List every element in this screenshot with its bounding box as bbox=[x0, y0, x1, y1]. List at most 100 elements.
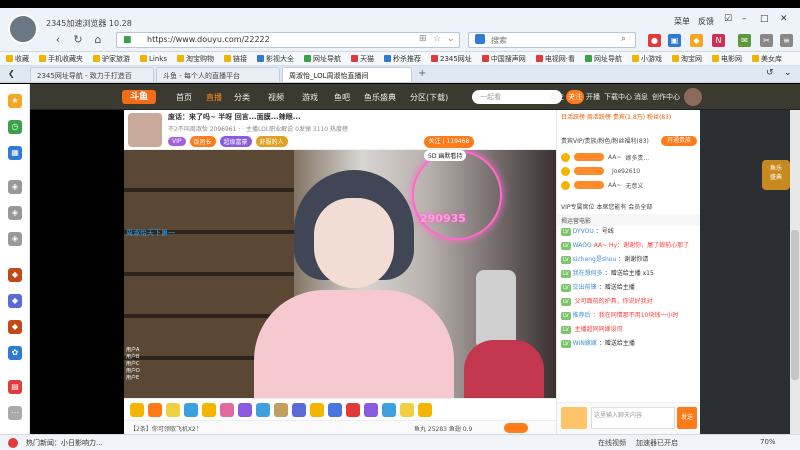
app-icon[interactable]: ◈ bbox=[8, 232, 22, 246]
chat-message[interactable]: LV 主播超同同嫁设司 bbox=[561, 326, 697, 334]
bookmark-item[interactable]: 电视网·看 bbox=[535, 54, 575, 64]
nav-follow[interactable]: 关注 bbox=[568, 92, 582, 102]
gift-item[interactable] bbox=[166, 402, 180, 417]
5d-badge[interactable]: 5D 幽默看持 bbox=[424, 150, 467, 161]
address-bar[interactable]: ■ https://www.douyu.com/22222 ⊞ ☆ ⌄ bbox=[116, 32, 460, 48]
search-engine-icon[interactable] bbox=[475, 34, 485, 44]
game-icon[interactable]: ◆ bbox=[8, 294, 22, 308]
chat-user[interactable]: sicheng是shou bbox=[573, 256, 617, 263]
tab-menu-icon[interactable]: ⌄ bbox=[784, 68, 792, 78]
book-icon[interactable]: ▤ bbox=[8, 380, 22, 394]
menu-label[interactable]: 菜单 bbox=[674, 16, 690, 27]
chat-message[interactable]: LV 推荐后 ：我在同情那不用10块钱一小时 bbox=[561, 312, 697, 320]
gift-item[interactable] bbox=[364, 402, 378, 417]
gift-item[interactable] bbox=[220, 402, 234, 417]
star-icon[interactable]: ☆ bbox=[433, 34, 441, 44]
bookmark-item[interactable]: 网址导航 bbox=[585, 54, 622, 64]
chat-message[interactable]: LV WAOO AA~ Hy：谢谢你，屠了娘前心那了 bbox=[561, 242, 697, 250]
app-icon[interactable]: ◈ bbox=[8, 206, 22, 220]
follow-button[interactable]: 关注 | 119468 bbox=[424, 136, 474, 148]
feedback-check-icon[interactable]: ☑ bbox=[724, 14, 732, 24]
scissors-icon[interactable]: ✂ bbox=[760, 34, 773, 47]
new-icon[interactable]: N bbox=[712, 34, 725, 47]
home-icon[interactable]: ⌂ bbox=[92, 34, 104, 46]
scrollbar-thumb[interactable] bbox=[791, 230, 799, 380]
site-search-input[interactable]: 一起看 bbox=[472, 90, 562, 104]
gift-item[interactable] bbox=[148, 402, 162, 417]
paw-icon[interactable]: ✿ bbox=[8, 346, 22, 360]
tab-douyu-home[interactable]: 斗鱼 - 每个人的直播平台 bbox=[156, 67, 280, 82]
user-avatar[interactable] bbox=[8, 14, 38, 44]
nav-home[interactable]: 首页 bbox=[176, 92, 192, 103]
gift-item[interactable] bbox=[310, 402, 324, 417]
nav-video[interactable]: 视频 bbox=[268, 92, 284, 103]
refresh-icon[interactable]: ↻ bbox=[72, 34, 84, 46]
new-tab-icon[interactable]: + bbox=[418, 68, 426, 79]
gift-item[interactable] bbox=[202, 402, 216, 417]
nav-category[interactable]: 分类 bbox=[234, 92, 250, 103]
nav-messages[interactable]: 消息 bbox=[634, 92, 648, 102]
calendar-icon[interactable]: ▦ bbox=[8, 146, 22, 160]
bookmark-item[interactable]: Links bbox=[140, 54, 167, 63]
status-video[interactable]: 在线视频 bbox=[598, 438, 626, 448]
nav-download[interactable]: 分区(下载) bbox=[410, 92, 448, 103]
search-icon[interactable]: ⌕ bbox=[621, 34, 626, 44]
record-icon[interactable]: ● bbox=[648, 34, 661, 47]
search-input[interactable]: 搜索 ⌕ bbox=[468, 32, 636, 48]
tool-icon[interactable]: ▣ bbox=[668, 34, 681, 47]
rank-row[interactable]: AA~ 嫁多贵... bbox=[561, 150, 697, 164]
tab-douyu-room[interactable]: 周淑怡_LOL周淑怡直播间 bbox=[282, 67, 412, 82]
more-icon[interactable]: ⋯ bbox=[8, 406, 22, 420]
rank-row[interactable]: Joe92610 bbox=[561, 164, 697, 178]
rank-row[interactable]: AA~ 无意义 bbox=[561, 178, 697, 192]
nav-game[interactable]: 游戏 bbox=[302, 92, 318, 103]
bookmark-item[interactable]: 电影网 bbox=[712, 54, 742, 64]
game-icon[interactable]: ◆ bbox=[8, 320, 22, 334]
video-player[interactable]: 周淑怡天下第一 5D 幽默看持 290935 用户A 用户B 用户C 用户D 用… bbox=[124, 150, 556, 398]
chat-message[interactable]: LV WIN嫁嫁 ：赠送给主播 bbox=[561, 340, 697, 348]
viewer-item[interactable]: 用户B bbox=[126, 353, 186, 360]
gift-item[interactable] bbox=[400, 402, 414, 417]
chat-message[interactable]: LV 我在想何多 ：赠送给主播 x15 bbox=[561, 270, 697, 278]
gift-item[interactable] bbox=[130, 402, 144, 417]
gift-item[interactable] bbox=[274, 402, 288, 417]
gift-item[interactable] bbox=[292, 402, 306, 417]
nav-creator-center[interactable]: 创作中心 bbox=[652, 92, 680, 102]
room-tag[interactable]: VIP bbox=[168, 137, 186, 146]
nav-fishbar[interactable]: 鱼吧 bbox=[334, 92, 350, 103]
user-avatar[interactable] bbox=[684, 88, 702, 106]
close-icon[interactable]: ✕ bbox=[780, 14, 788, 24]
chat-message[interactable]: LV 父可面前的护具，你说好我对 bbox=[561, 298, 697, 306]
chat-user[interactable]: WAOO bbox=[573, 242, 592, 249]
room-tag[interactable]: 超级富豪 bbox=[219, 136, 252, 147]
bookmark-item[interactable]: 淘宝购物 bbox=[176, 54, 214, 64]
tab-undo-icon[interactable]: ↺ bbox=[766, 68, 774, 78]
news-icon[interactable] bbox=[8, 438, 18, 448]
chat-user[interactable]: 我在想何多 bbox=[573, 270, 603, 277]
bookmark-item[interactable]: 秒杀推荐 bbox=[383, 54, 421, 64]
gift-item[interactable] bbox=[238, 402, 252, 417]
bookmark-item[interactable]: 驴家旅游 bbox=[93, 54, 130, 64]
viewer-item[interactable]: 用户A bbox=[126, 346, 186, 353]
nav-live[interactable]: 直播 bbox=[206, 92, 222, 103]
recharge-button[interactable] bbox=[504, 423, 528, 433]
chat-user[interactable]: 推荐后 bbox=[573, 312, 591, 319]
bookmark-item[interactable]: 收藏 bbox=[6, 54, 29, 64]
tab-2345[interactable]: 2345网址导航 - 致力于打造百 bbox=[30, 67, 154, 82]
viewer-item[interactable]: 用户C bbox=[126, 360, 186, 367]
game-icon[interactable]: ◆ bbox=[8, 268, 22, 282]
rank-tabs[interactable]: 日活跃榜 周活跃榜 贵宾(1.8万) 粉丝(83) bbox=[557, 110, 701, 122]
task-notice[interactable]: 【2条】你可领取飞机X2！ bbox=[130, 424, 202, 433]
gift-item[interactable] bbox=[184, 402, 198, 417]
bookmark-item[interactable]: 美女库 bbox=[752, 54, 782, 64]
bookmark-item[interactable]: 天猫 bbox=[350, 54, 374, 64]
page-scrollbar[interactable] bbox=[790, 110, 800, 434]
viewer-item[interactable]: 用户E bbox=[126, 374, 186, 381]
room-tag[interactable]: 舒服的人 bbox=[255, 136, 288, 147]
vip-button[interactable]: 开通贵族 bbox=[661, 136, 697, 146]
chat-message[interactable]: LV 交出前锋 ：赠送给主播 bbox=[561, 284, 697, 292]
status-accelerator[interactable]: 加速器已开启 bbox=[636, 438, 678, 448]
menu-icon[interactable]: ≡ bbox=[780, 34, 793, 47]
chat-message[interactable]: LV sicheng是shou ：谢谢你请 bbox=[561, 256, 697, 264]
status-news[interactable]: 热门新闻：小日影响力... bbox=[26, 438, 103, 448]
